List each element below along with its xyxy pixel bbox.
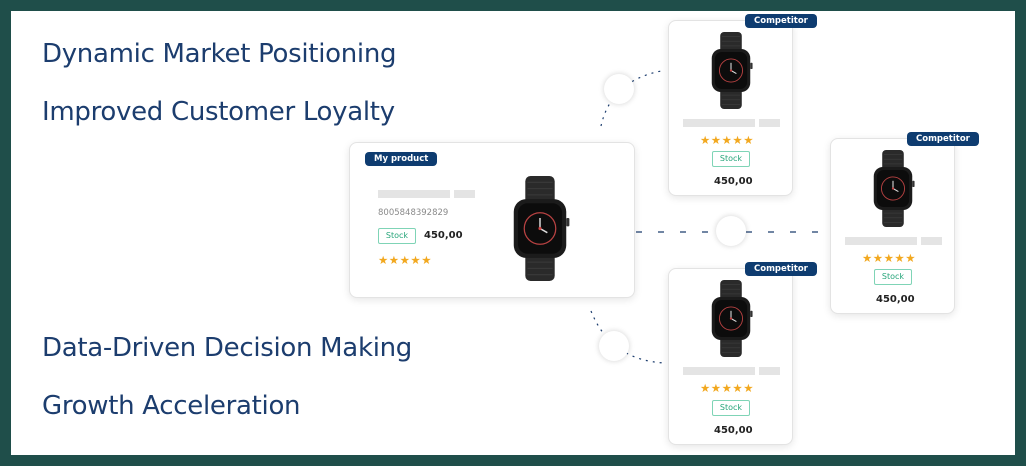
title-placeholder-short — [921, 237, 942, 245]
product-price: 450,00 — [424, 230, 463, 241]
title-placeholder — [683, 367, 755, 375]
star-rating: ★★★★★ — [862, 251, 917, 265]
smartwatch-icon — [863, 150, 923, 227]
headline-customer-loyalty: Improved Customer Loyalty — [42, 97, 395, 127]
connector-node-middle — [716, 216, 746, 246]
smartwatch-icon — [701, 280, 761, 357]
competitor-price: 450,00 — [714, 176, 753, 187]
competitor-card-bottom[interactable]: Competitor ★★★★★ Stock 450,00 — [668, 262, 817, 445]
title-placeholder-short — [759, 119, 780, 127]
competitor-price: 450,00 — [714, 425, 753, 436]
competitor-badge: Competitor — [745, 14, 817, 28]
competitor-card-right[interactable]: Competitor ★★★★★ Stock 450,00 — [830, 132, 979, 314]
my-product-card[interactable]: My product 8005848392829 Stock 450,00 ★★… — [349, 142, 635, 298]
connector-node-top — [604, 74, 634, 104]
star-rating: ★★★★★ — [378, 253, 433, 267]
competitor-price: 450,00 — [876, 294, 915, 305]
competitor-card-top[interactable]: Competitor ★★★★★ Stock 450,00 — [668, 14, 817, 196]
competitor-badge: Competitor — [745, 262, 817, 276]
star-rating: ★★★★★ — [700, 133, 755, 147]
connector-node-bottom — [599, 331, 629, 361]
headline-data-driven: Data-Driven Decision Making — [42, 333, 413, 363]
headline-growth: Growth Acceleration — [42, 391, 301, 421]
title-placeholder-short — [454, 190, 475, 198]
smartwatch-icon — [701, 32, 761, 109]
smartwatch-icon — [496, 176, 584, 281]
stock-badge: Stock — [712, 400, 750, 416]
title-placeholder — [683, 119, 755, 127]
title-placeholder — [845, 237, 917, 245]
star-rating: ★★★★★ — [700, 381, 755, 395]
stock-badge: Stock — [378, 228, 416, 244]
competitor-badge: Competitor — [907, 132, 979, 146]
headline-market-positioning: Dynamic Market Positioning — [42, 39, 397, 69]
title-placeholder — [378, 190, 450, 198]
title-placeholder-short — [759, 367, 780, 375]
my-product-badge: My product — [365, 152, 438, 166]
stock-badge: Stock — [874, 269, 912, 285]
product-sku: 8005848392829 — [378, 208, 449, 218]
stock-badge: Stock — [712, 151, 750, 167]
canvas: Dynamic Market Positioning Improved Cust… — [11, 11, 1015, 455]
